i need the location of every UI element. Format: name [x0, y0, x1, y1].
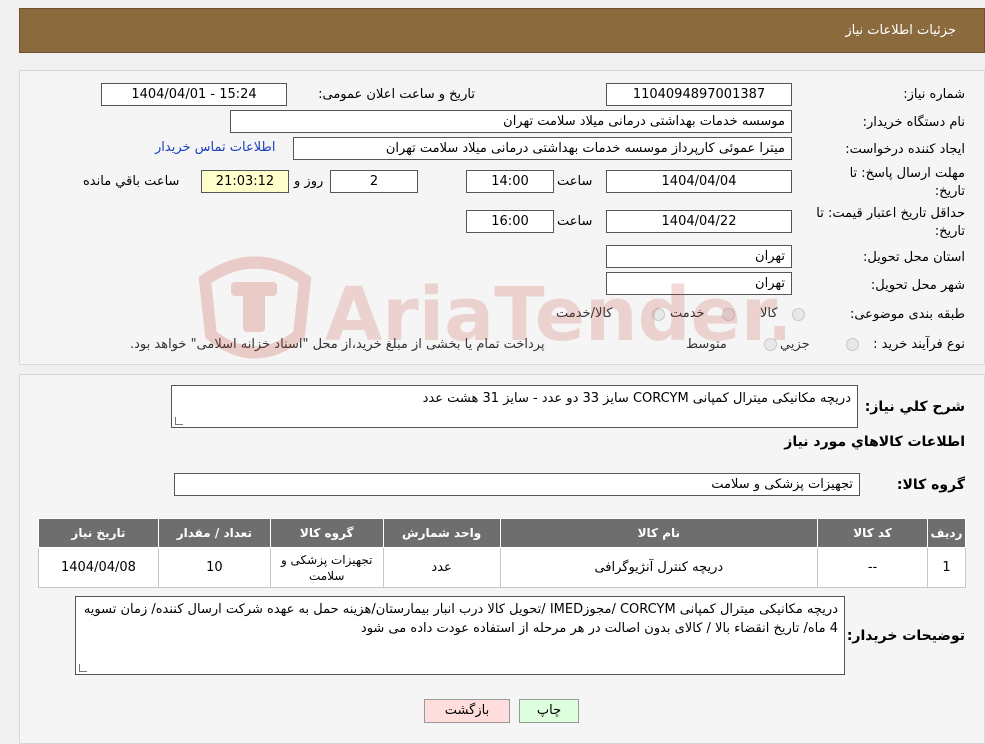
- col-group: گروه کالا: [269, 518, 384, 548]
- col-quantity: تعداد / مقدار: [157, 518, 271, 548]
- need-number-label: شماره نیاز:: [903, 87, 965, 102]
- remaining-time-field: 21:03:12: [201, 170, 289, 193]
- category-radio-goods-service[interactable]: [652, 308, 665, 321]
- col-need-date: تاریخ نیاز: [38, 518, 159, 548]
- validity-label: حداقل تاریخ اعتبار قیمت: تا: [816, 206, 965, 221]
- creator-label: ایجاد کننده درخواست:: [845, 142, 965, 157]
- days-label: روز و: [294, 174, 324, 189]
- page-header: جزئیات اطلاعات نیاز: [19, 8, 985, 53]
- cell-group: تجهیزات پزشکی و سلامت: [269, 547, 384, 588]
- category-option-service: خدمت: [670, 306, 705, 321]
- buyer-org-field: موسسه خدمات بهداشتی درمانی میلاد سلامت ت…: [230, 110, 792, 133]
- validity-label-2: تاریخ:: [934, 224, 965, 239]
- goods-group-field: تجهیزات پزشکی و سلامت: [174, 473, 860, 496]
- province-label: استان محل تحویل:: [863, 250, 965, 265]
- deadline-date-field: 1404/04/04: [606, 170, 792, 193]
- deadline-time-field: 14:00: [466, 170, 554, 193]
- summary-text: دریچه مکانیکی میترال کمپانی CORCYM سایز …: [422, 391, 851, 406]
- city-field: تهران: [606, 272, 792, 295]
- announce-field: 1404/04/01 - 15:24: [101, 83, 287, 106]
- category-label: طبقه بندی موضوعی:: [849, 307, 965, 322]
- cell-need-date: 1404/04/08: [38, 547, 159, 588]
- print-button[interactable]: چاپ: [519, 699, 579, 723]
- col-unit: واحد شمارش: [382, 518, 501, 548]
- summary-label: شرح کلي نياز:: [864, 399, 965, 415]
- process-option-minor: جزيي: [780, 337, 810, 352]
- buyer-notes-textarea: دریچه مکانیکی میترال کمپانی CORCYM /مجوز…: [75, 596, 845, 675]
- resize-grip-icon[interactable]: [175, 417, 183, 425]
- items-table: تاریخ نیاز تعداد / مقدار گروه کالا واحد …: [38, 518, 967, 588]
- deadline-label-2: تاریخ:: [934, 184, 965, 199]
- announce-label: تاریخ و ساعت اعلان عمومی:: [318, 87, 475, 102]
- category-radio-goods[interactable]: [792, 308, 805, 321]
- need-number-field: 1104094897001387: [606, 83, 792, 106]
- validity-time-label: ساعت: [557, 214, 593, 229]
- process-note: پرداخت تمام یا بخشی از مبلغ خرید،از محل …: [130, 337, 545, 352]
- deadline-time-label: ساعت: [557, 174, 593, 189]
- back-button[interactable]: بازگشت: [424, 699, 510, 723]
- remaining-label: ساعت باقي مانده: [83, 174, 180, 189]
- contact-buyer-link[interactable]: اطلاعات تماس خریدار: [155, 140, 275, 155]
- process-label: نوع فرآیند خرید :: [873, 337, 965, 352]
- col-row: ردیف: [926, 518, 967, 548]
- process-option-medium: متوسط: [686, 337, 727, 352]
- page-title: جزئیات اطلاعات نیاز: [845, 23, 956, 38]
- cell-row: 1: [926, 547, 967, 588]
- table-row: 1404/04/08 10 تجهیزات پزشکی و سلامت عدد …: [38, 547, 967, 588]
- summary-textarea: دریچه مکانیکی میترال کمپانی CORCYM سایز …: [171, 385, 858, 428]
- cell-name: دریچه کنترل آنژیوگرافی: [499, 547, 819, 588]
- cell-quantity: 10: [157, 547, 271, 588]
- col-code: کد کالا: [817, 518, 928, 548]
- cell-code: --: [817, 547, 928, 588]
- buyer-org-label: نام دستگاه خریدار:: [862, 115, 965, 130]
- col-name: نام کالا: [499, 518, 819, 548]
- days-field: 2: [330, 170, 418, 193]
- process-radio-medium[interactable]: [764, 338, 777, 351]
- cell-unit: عدد: [382, 547, 501, 588]
- goods-group-label: گروه کالا:: [896, 477, 965, 493]
- category-option-goods-service: کالا/خدمت: [556, 306, 613, 321]
- validity-time-field: 16:00: [466, 210, 554, 233]
- process-radio-minor[interactable]: [846, 338, 859, 351]
- buyer-notes-label: توضیحات خریدار:: [846, 628, 965, 644]
- validity-date-field: 1404/04/22: [606, 210, 792, 233]
- category-radio-service[interactable]: [722, 308, 735, 321]
- city-label: شهر محل تحویل:: [870, 278, 965, 293]
- creator-field: میترا عموئی کارپرداز موسسه خدمات بهداشتی…: [293, 137, 792, 160]
- province-field: تهران: [606, 245, 792, 268]
- deadline-label: مهلت ارسال پاسخ: تا: [849, 166, 965, 181]
- goods-section-title: اطلاعات کالاهاي مورد نياز: [784, 434, 965, 450]
- buyer-notes-text: دریچه مکانیکی میترال کمپانی CORCYM /مجوز…: [83, 602, 838, 636]
- items-header-row: تاریخ نیاز تعداد / مقدار گروه کالا واحد …: [38, 518, 967, 548]
- resize-grip-icon[interactable]: [79, 664, 87, 672]
- category-option-goods: کالا: [760, 306, 778, 321]
